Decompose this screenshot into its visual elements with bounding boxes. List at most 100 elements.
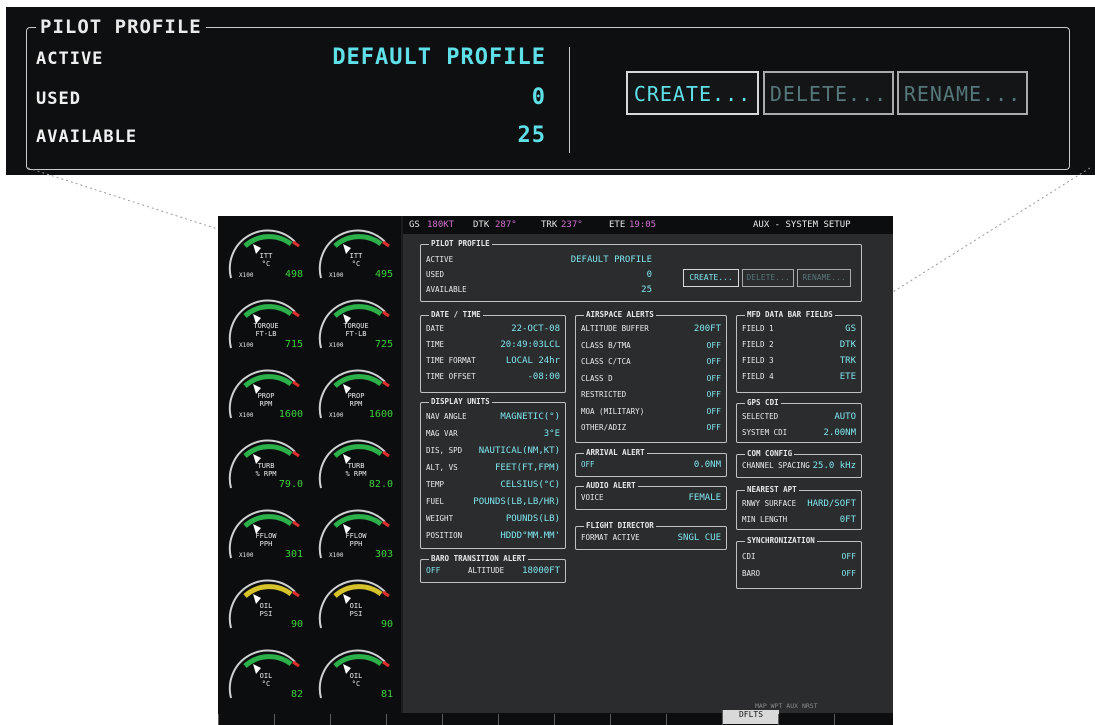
row-value[interactable]: 3°E bbox=[544, 429, 560, 439]
baro-altitude-label: ALTITUDE bbox=[468, 566, 505, 575]
gauge-name: FFLOW bbox=[345, 532, 367, 540]
com-config-group: COM CONFIG CHANNEL SPACING 25.0 kHz bbox=[736, 449, 862, 478]
display-units-row: POSITION HDDD°MM.MM' bbox=[426, 531, 560, 543]
engine-gauge: OIL PSI 90 bbox=[313, 572, 399, 642]
delete-button[interactable]: DELETE... bbox=[742, 269, 794, 287]
airspace-alerts-row: CLASS C/TCA OFF bbox=[581, 357, 721, 369]
softkey-6[interactable] bbox=[498, 714, 555, 725]
row-value[interactable]: 2.00NM bbox=[823, 428, 856, 438]
gauge-name: PROP bbox=[347, 392, 365, 400]
softkey-1[interactable] bbox=[218, 714, 275, 725]
gauge-value: 301 bbox=[284, 549, 303, 560]
arrival-alert-group: ARRIVAL ALERT OFF 0.0NM bbox=[575, 448, 727, 477]
arrival-alert-row: OFF 0.0NM bbox=[581, 460, 721, 472]
arrival-alert-distance[interactable]: 0.0NM bbox=[694, 460, 721, 470]
gauge-unit: FT-LB bbox=[345, 330, 367, 338]
baro-altitude-value[interactable]: 18000FT bbox=[522, 566, 560, 576]
row-value[interactable]: NAUTICAL(NM,KT) bbox=[479, 446, 560, 456]
navigation-data-bar: GS 180KT DTK 287° TRK 237° ETE 19:05 AUX… bbox=[403, 216, 893, 234]
row-value[interactable]: OFF bbox=[707, 390, 721, 399]
softkey-5[interactable] bbox=[442, 714, 499, 725]
row-value[interactable]: FEET(FT,FPM) bbox=[495, 463, 560, 473]
gauge-unit: °C bbox=[261, 260, 271, 268]
arrival-alert-title: ARRIVAL ALERT bbox=[584, 448, 647, 457]
mfd-data-bar-fields-row: FIELD 4 ETE bbox=[742, 372, 856, 384]
gauge-name: TORQUE bbox=[253, 322, 279, 330]
audio-alert-title: AUDIO ALERT bbox=[584, 481, 638, 490]
arrival-alert-state[interactable]: OFF bbox=[581, 460, 595, 469]
row-value[interactable]: GS bbox=[845, 324, 856, 334]
row-label: TIME OFFSET bbox=[426, 372, 476, 381]
format-active-value[interactable]: SNGL CUE bbox=[678, 533, 721, 543]
trk-label: TRK bbox=[541, 220, 558, 230]
softkey-4[interactable] bbox=[386, 714, 443, 725]
synchronization-group: SYNCHRONIZATION CDI OFF BARO OFF bbox=[736, 536, 862, 589]
gauge-name: PROP bbox=[257, 392, 275, 400]
gauge-unit: PPH bbox=[349, 540, 363, 548]
engine-gauge: TORQUE FT-LB X100 715 bbox=[223, 292, 309, 362]
row-value[interactable]: OFF bbox=[707, 423, 721, 432]
row-value[interactable]: 22-OCT-08 bbox=[511, 324, 560, 334]
gauge-unit: % RPM bbox=[255, 470, 277, 478]
engine-gauge: TURB% RPM 82.0 bbox=[313, 432, 399, 502]
row-value[interactable]: 0FT bbox=[840, 515, 856, 525]
softkey-11[interactable] bbox=[778, 714, 835, 725]
date-time-group: DATE / TIME DATE 22-OCT-08 TIME 20:49:03LCL… bbox=[420, 310, 566, 393]
row-value[interactable]: HARD/SOFT bbox=[807, 499, 856, 509]
display-units-row: FUEL POUNDS(LB,LB/HR) bbox=[426, 497, 560, 509]
row-value[interactable]: CELSIUS(°C) bbox=[500, 480, 560, 490]
row-value[interactable]: OFF bbox=[707, 407, 721, 416]
rename-button[interactable]: RENAME... bbox=[797, 269, 851, 287]
gauge-name: TURB bbox=[347, 462, 365, 470]
gauge-name: TORQUE bbox=[343, 322, 369, 330]
gauge-value: 715 bbox=[284, 339, 303, 350]
row-label: FUEL bbox=[426, 497, 445, 506]
row-value[interactable]: OFF bbox=[707, 341, 721, 350]
airspace-alerts-group: AIRSPACE ALERTS ALTITUDE BUFFER 200FT CLAS… bbox=[575, 310, 727, 443]
row-value[interactable]: 200FT bbox=[694, 324, 721, 334]
row-value[interactable]: MAGNETIC(°) bbox=[500, 412, 560, 422]
defaults-softkey[interactable]: DFLTS bbox=[722, 710, 779, 724]
mfd-data-bar-fields-row: FIELD 1 GS bbox=[742, 324, 856, 336]
row-value[interactable]: POUNDS(LB) bbox=[506, 514, 560, 524]
synchronization-row: BARO OFF bbox=[742, 569, 856, 581]
engine-gauge: ITT °C X100 495 bbox=[313, 222, 399, 292]
row-value[interactable]: -08:00 bbox=[527, 372, 560, 382]
softkey-2[interactable] bbox=[274, 714, 331, 725]
row-value[interactable]: ETE bbox=[840, 372, 856, 382]
row-value[interactable]: DTK bbox=[840, 340, 856, 350]
row-value[interactable]: 20:49:03LCL bbox=[500, 340, 560, 350]
mfd-display: ITT °C X100 498 ITT °C X100 495 TORQUE FT-LB X100 7… bbox=[218, 216, 893, 725]
softkey-3[interactable] bbox=[330, 714, 387, 725]
voice-value[interactable]: FEMALE bbox=[688, 493, 721, 503]
engine-gauge: OIL °C 82 bbox=[223, 642, 309, 712]
gauge-scale: X100 bbox=[329, 272, 344, 279]
row-value[interactable]: HDDD°MM.MM' bbox=[500, 531, 560, 541]
row-value[interactable]: OFF bbox=[842, 552, 856, 561]
gauge-value: 79.0 bbox=[278, 479, 303, 490]
active-value: DEFAULT PROFILE bbox=[570, 255, 652, 265]
row-value[interactable]: POUNDS(LB,LB/HR) bbox=[473, 497, 560, 507]
display-units-row: NAV ANGLE MAGNETIC(°) bbox=[426, 412, 560, 424]
channel-spacing-value[interactable]: 25.0 kHz bbox=[813, 461, 856, 471]
gauge-value: 495 bbox=[374, 269, 393, 280]
row-label: DIS, SPD bbox=[426, 446, 463, 455]
available-label: AVAILABLE bbox=[426, 285, 467, 294]
row-label: SELECTED bbox=[742, 412, 779, 421]
softkey-8[interactable] bbox=[610, 714, 667, 725]
row-value[interactable]: OFF bbox=[707, 374, 721, 383]
softkey-9[interactable] bbox=[666, 714, 723, 725]
create-button[interactable]: CREATE... bbox=[683, 269, 739, 287]
dtk-label: DTK bbox=[473, 220, 490, 230]
baro-alert-state[interactable]: OFF bbox=[426, 566, 440, 575]
flight-director-row: FORMAT ACTIVE SNGL CUE bbox=[581, 533, 721, 545]
gauge-value: 82 bbox=[290, 689, 303, 700]
airspace-alerts-row: CLASS B/TMA OFF bbox=[581, 341, 721, 353]
row-value[interactable]: TRK bbox=[840, 356, 856, 366]
softkey-7[interactable] bbox=[554, 714, 611, 725]
row-value[interactable]: OFF bbox=[707, 357, 721, 366]
softkey-12[interactable] bbox=[834, 714, 894, 725]
row-value[interactable]: LOCAL 24hr bbox=[506, 356, 560, 366]
row-value[interactable]: OFF bbox=[842, 569, 856, 578]
row-value[interactable]: AUTO bbox=[834, 412, 856, 422]
